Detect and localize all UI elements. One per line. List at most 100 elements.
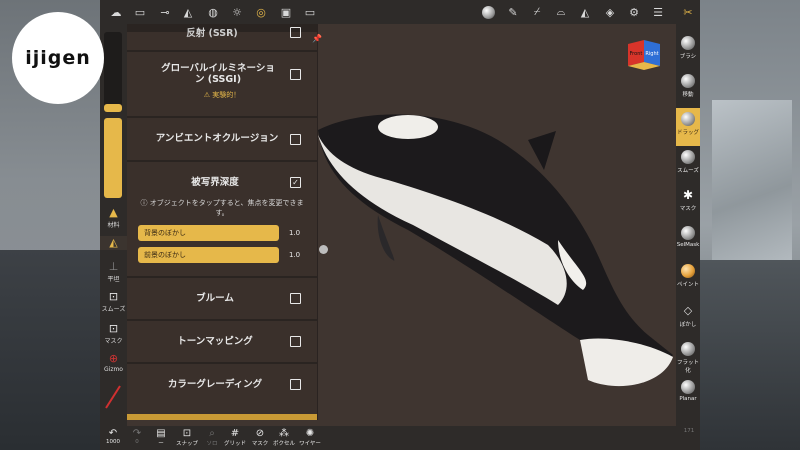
color-swatch-line[interactable]	[104, 384, 122, 410]
mask-icon: ⊡	[108, 322, 119, 335]
redo-button[interactable]: ↷ 0	[124, 428, 150, 445]
tool-drag[interactable]: ドラッグ	[676, 108, 700, 146]
color-grading-checkbox[interactable]	[290, 379, 301, 390]
tonemapping-checkbox[interactable]	[290, 336, 301, 347]
smooth-sphere-icon	[681, 150, 695, 164]
tool-flatten[interactable]: フラット化	[676, 342, 700, 374]
tool-smooth[interactable]: スムーズ	[676, 150, 700, 174]
layers-icon[interactable]: ◈	[598, 0, 622, 24]
tool-move[interactable]: 移動	[676, 74, 700, 98]
left-toolbar: ▲ 材料 ◭ ⊥ 平坦 ⊡ スムーズ ⊡ マスク ⊕ Gizmo	[100, 24, 127, 426]
viewcube-right-label: Right	[645, 51, 658, 57]
bloom-row[interactable]: ブルーム	[127, 291, 317, 305]
tool-mask[interactable]: ✱ マスク	[676, 188, 700, 212]
warning-icon: ▲	[109, 206, 118, 219]
dof-hint: ⓘ オブジェクトをタップすると、焦点を変更できます。	[140, 199, 304, 217]
move-sphere-icon	[681, 74, 695, 88]
gizmo-button[interactable]: ⊕ Gizmo	[100, 352, 127, 373]
foreground-blur-slider[interactable]: 前景のぼかし	[138, 247, 279, 263]
matcap-sphere-icon[interactable]	[476, 0, 500, 24]
drag-sphere-icon	[681, 112, 695, 126]
intensity-slider[interactable]	[104, 118, 122, 198]
snap-button[interactable]: ⊡ スナップ	[172, 428, 202, 447]
sliders-icon[interactable]: ☰	[646, 0, 670, 24]
globe-icon[interactable]: ◍	[201, 0, 225, 24]
foreground-blur-value: 1.0	[289, 251, 301, 259]
background-blur-slider[interactable]: 背景のぼかし	[138, 225, 279, 241]
grid-button[interactable]: # グリッド	[221, 428, 249, 447]
image-icon[interactable]: ▣	[274, 0, 298, 24]
tonemapping-row[interactable]: トーンマッピング	[127, 334, 317, 348]
undo-icon: ↶	[108, 428, 118, 439]
background-right	[700, 0, 800, 450]
selmask-sphere-icon	[681, 226, 695, 240]
foreground-blur-label: 前景のぼかし	[144, 251, 186, 259]
video-icon[interactable]: ▭	[298, 0, 322, 24]
shoe-icon[interactable]: ⌓	[549, 0, 573, 24]
ssgi-warning: ⚠ 実験的！	[203, 91, 241, 99]
voxel-icon: ⁂	[279, 428, 289, 439]
color-grading-label: カラーグレーディング	[167, 378, 263, 390]
ao-label: アンビエントオクルージョン	[155, 132, 279, 144]
settings-target-icon[interactable]: ◎	[249, 0, 273, 24]
ssgi-row[interactable]: グローバルイルミネーション (SSGI)	[127, 62, 317, 86]
tool-paint[interactable]: ペイント	[676, 264, 700, 288]
background-blur-label: 背景のぼかし	[144, 229, 186, 237]
tool-planar[interactable]: Planar	[676, 380, 700, 402]
scissors-icon[interactable]: ✂	[676, 0, 700, 24]
ao-checkbox[interactable]	[290, 134, 301, 145]
brush-tool-button[interactable]: ◭	[100, 236, 127, 250]
dof-row[interactable]: 被写界深度	[127, 175, 317, 189]
dof-checkbox-checked[interactable]: ✓	[290, 177, 301, 188]
settings-panel: 反射 (SSR) グローバルイルミネーション (SSGI) ⚠ 実験的！ アンビ…	[127, 24, 318, 420]
logo: ijigen	[12, 12, 104, 104]
layer-button[interactable]: ▤ ー	[148, 428, 174, 447]
right-toolbar: ブラシ 移動 ドラッグ スムーズ ✱ マスク SelMask ペイント ◇ ぼかし …	[676, 24, 700, 426]
menu-icon[interactable]: ☁	[104, 0, 128, 24]
tool-brush[interactable]: ブラシ	[676, 36, 700, 60]
planar-sphere-icon	[681, 380, 695, 394]
triangle-icon[interactable]: ◭	[573, 0, 597, 24]
panel-resize-handle[interactable]	[319, 245, 328, 254]
gizmo-icon: ⊕	[108, 352, 119, 365]
ssgi-checkbox[interactable]	[290, 69, 301, 80]
scene-graph-icon[interactable]: ⊸	[153, 0, 177, 24]
gear-icon[interactable]: ⚙	[622, 0, 646, 24]
bloom-checkbox[interactable]	[290, 293, 301, 304]
folder-icon[interactable]: ▭	[128, 0, 152, 24]
undo-button[interactable]: ↶ 1000	[100, 428, 126, 445]
bottom-toolbar: ↶ 1000 ↷ 0 ▤ ー ⊡ スナップ ⌕ ソロ # グリッド ⊘ マスク ⁂ ボクセル ✺…	[100, 426, 700, 450]
mask-splash-icon: ✱	[682, 188, 694, 202]
tool-selmask[interactable]: SelMask	[676, 226, 700, 248]
tools-icon[interactable]: ◭	[176, 0, 200, 24]
material-button[interactable]: ▲ 材料	[100, 206, 127, 229]
pin-icon[interactable]: 📌	[312, 34, 322, 43]
ssr-label: 反射 (SSR)	[186, 27, 238, 39]
blur-drop-icon: ◇	[683, 304, 693, 317]
background-blur-value: 1.0	[289, 229, 301, 237]
orca-model[interactable]	[318, 95, 678, 395]
color-grading-row[interactable]: カラーグレーディング	[127, 377, 317, 391]
radius-slider[interactable]	[104, 32, 122, 112]
picker-icon[interactable]: ⌿	[525, 0, 549, 24]
flatten-sphere-icon	[681, 342, 695, 356]
view-cube[interactable]: Front Right	[628, 40, 660, 70]
ssr-checkbox[interactable]	[290, 27, 301, 38]
ssgi-label: グローバルイルミネーション (SSGI)	[161, 63, 275, 85]
wireframe-button[interactable]: ✺ ワイヤー	[295, 428, 325, 447]
sun-icon[interactable]: ☼	[225, 0, 249, 24]
grid-icon: #	[230, 428, 240, 439]
face-count-label: 171	[683, 428, 695, 434]
redo-icon: ↷	[132, 428, 142, 439]
flatten-button[interactable]: ⊥ 平坦	[100, 260, 127, 283]
smooth-icon: ⊡	[108, 290, 119, 303]
camera-icon: ⊡	[182, 428, 192, 439]
ao-row[interactable]: アンビエントオクルージョン	[127, 131, 317, 145]
smooth-button[interactable]: ⊡ スムーズ	[100, 290, 127, 313]
viewcube-front-label: Front	[630, 51, 643, 57]
tool-blur[interactable]: ◇ ぼかし	[676, 304, 700, 328]
voxel-button[interactable]: ⁂ ボクセル	[270, 428, 298, 447]
ssr-row[interactable]: 反射 (SSR)	[127, 26, 317, 40]
mask-button[interactable]: ⊡ マスク	[100, 322, 127, 345]
brush-pen-icon[interactable]: ✎	[501, 0, 525, 24]
